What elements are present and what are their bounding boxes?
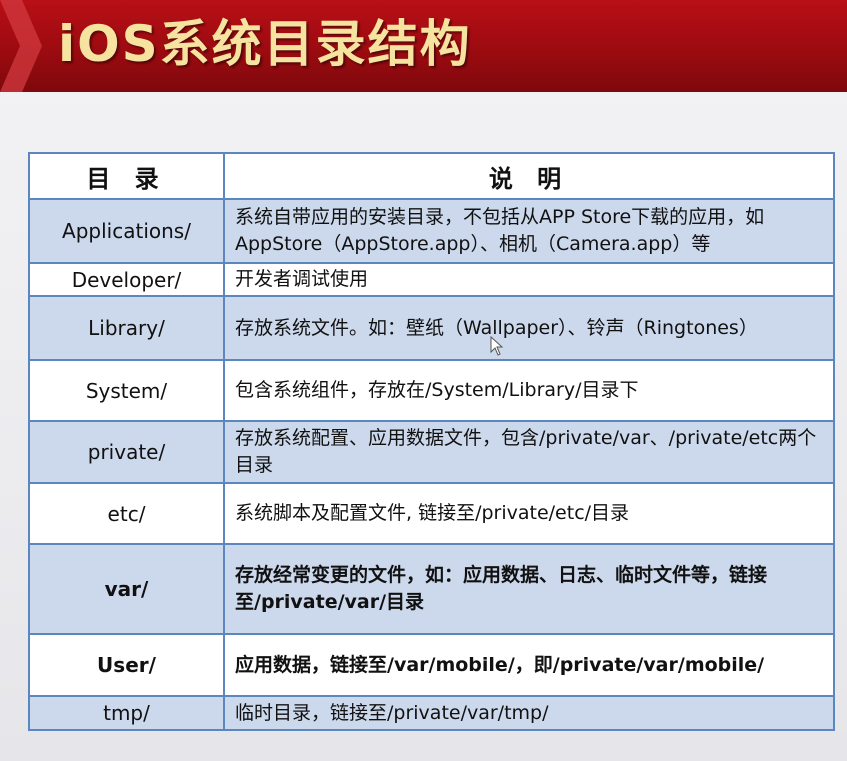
dir-name-cell: Applications/: [28, 198, 225, 264]
dir-name-cell: Library/: [28, 295, 225, 361]
header-desc: 说 明: [223, 152, 835, 200]
table-row: var/存放经常变更的文件，如：应用数据、日志、临时文件等，链接至/privat…: [28, 543, 835, 635]
dir-description-cell: 临时目录，链接至/private/var/tmp/: [223, 695, 835, 731]
dir-description-cell: 系统自带应用的安装目录，不包括从APP Store下载的应用，如 AppStor…: [223, 198, 835, 264]
dir-description-cell: 开发者调试使用: [223, 262, 835, 297]
chevron-decoration-icon: [0, 0, 42, 92]
dir-name-cell: etc/: [28, 482, 225, 545]
dir-name-cell: private/: [28, 420, 225, 484]
dir-description-cell: 存放系统文件。如：壁纸（Wallpaper）、铃声（Ringtones）: [223, 295, 835, 361]
dir-name-cell: System/: [28, 359, 225, 422]
header-dir: 目 录: [28, 152, 225, 200]
table-header-row: 目 录 说 明: [28, 152, 835, 200]
mouse-cursor-icon: [490, 336, 504, 356]
table-row: Library/存放系统文件。如：壁纸（Wallpaper）、铃声（Ringto…: [28, 295, 835, 361]
dir-name-cell: User/: [28, 633, 225, 697]
table-body: Applications/系统自带应用的安装目录，不包括从APP Store下载…: [28, 198, 835, 731]
dir-description-cell: 包含系统组件，存放在/System/Library/目录下: [223, 359, 835, 422]
table-row: tmp/临时目录，链接至/private/var/tmp/: [28, 695, 835, 731]
dir-description-cell: 应用数据，链接至/var/mobile/，即/private/var/mobil…: [223, 633, 835, 697]
dir-description-cell: 系统脚本及配置文件, 链接至/private/etc/目录: [223, 482, 835, 545]
dir-description-cell: 存放系统配置、应用数据文件，包含/private/var、/private/et…: [223, 420, 835, 484]
page-title: iOS系统目录结构: [58, 15, 472, 73]
table-row: User/应用数据，链接至/var/mobile/，即/private/var/…: [28, 633, 835, 697]
table-row: System/包含系统组件，存放在/System/Library/目录下: [28, 359, 835, 422]
table-row: Developer/开发者调试使用: [28, 262, 835, 297]
table-row: private/存放系统配置、应用数据文件，包含/private/var、/pr…: [28, 420, 835, 484]
dir-name-cell: tmp/: [28, 695, 225, 731]
dir-name-cell: var/: [28, 543, 225, 635]
directory-table: 目 录 说 明 Applications/系统自带应用的安装目录，不包括从APP…: [28, 152, 835, 731]
table-row: etc/系统脚本及配置文件, 链接至/private/etc/目录: [28, 482, 835, 545]
dir-name-cell: Developer/: [28, 262, 225, 297]
dir-description-cell: 存放经常变更的文件，如：应用数据、日志、临时文件等，链接至/private/va…: [223, 543, 835, 635]
table-row: Applications/系统自带应用的安装目录，不包括从APP Store下载…: [28, 198, 835, 264]
title-banner: iOS系统目录结构: [0, 0, 847, 92]
